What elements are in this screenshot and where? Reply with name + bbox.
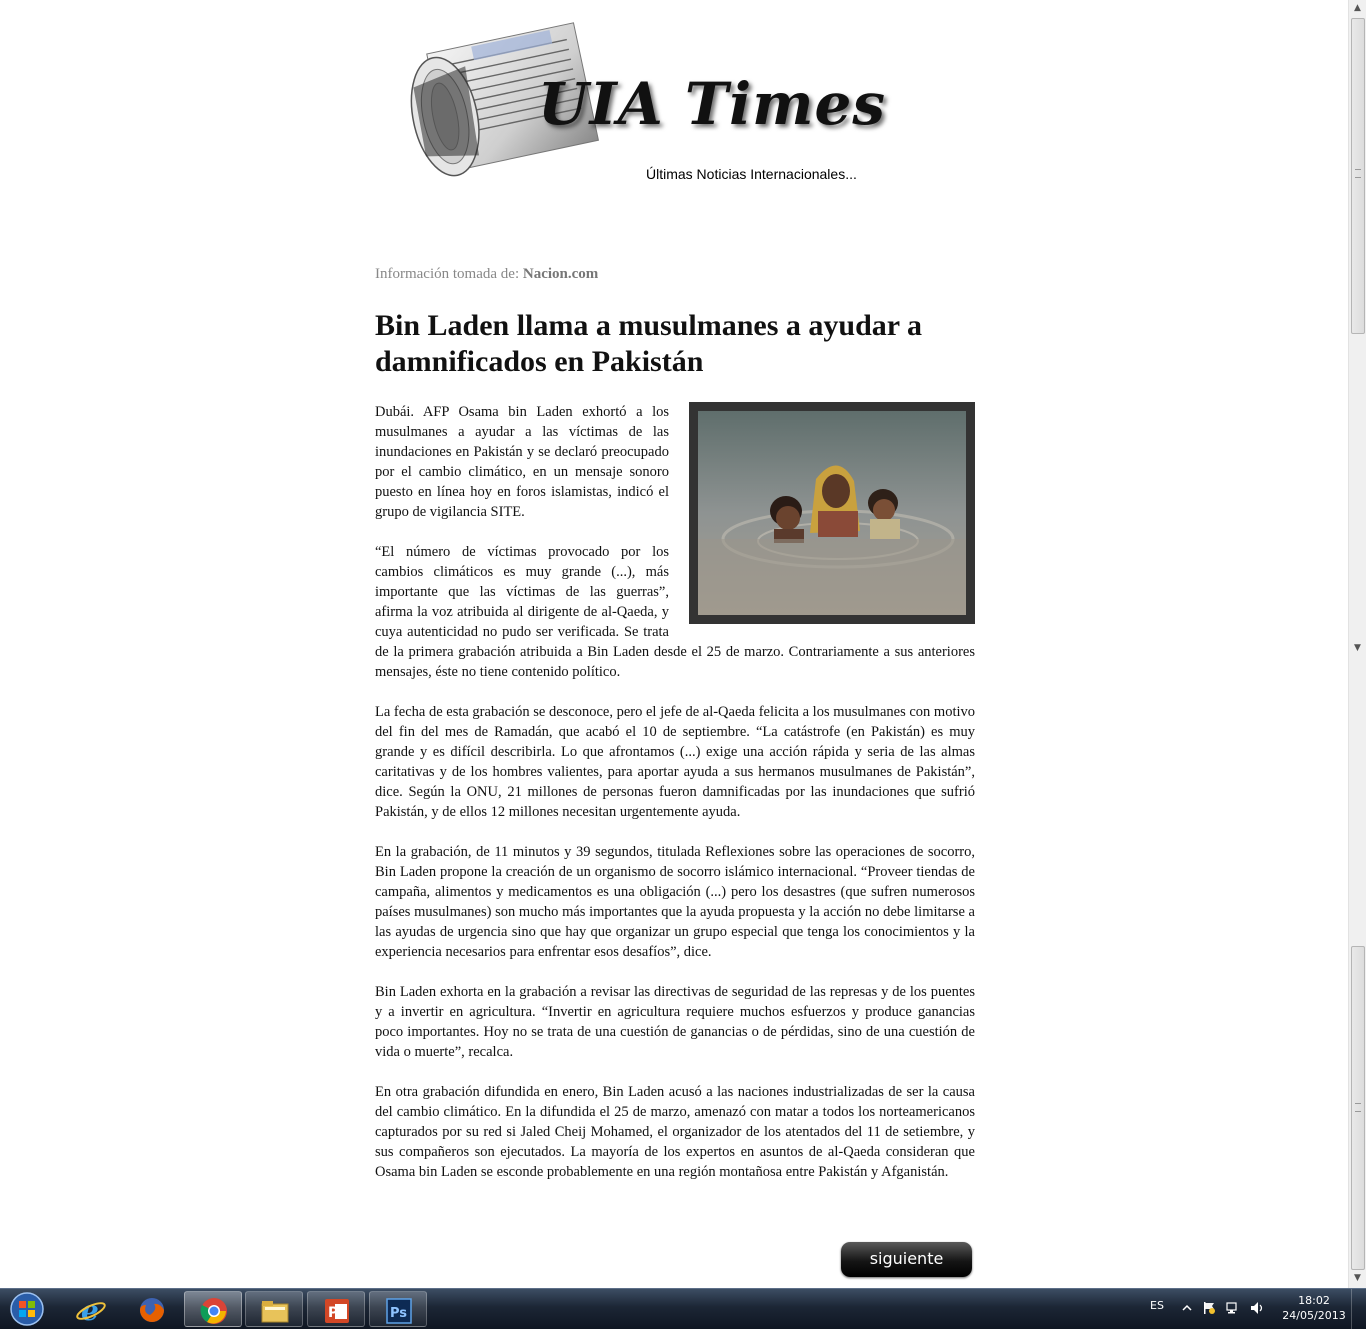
svg-text:P: P bbox=[328, 1305, 338, 1321]
source-line: Información tomada de: Nacion.com bbox=[375, 266, 975, 286]
scrollbar-thumb-upper[interactable] bbox=[1351, 18, 1365, 334]
start-orb-icon[interactable] bbox=[4, 1291, 50, 1327]
scroll-down-split-button[interactable]: ▼ bbox=[1350, 640, 1365, 656]
next-button[interactable]: siguiente bbox=[841, 1242, 972, 1277]
firefox-icon bbox=[140, 1298, 164, 1322]
taskbar-powerpoint[interactable]: P bbox=[307, 1291, 365, 1327]
masthead: UIA Times Últimas Noticias Internacional… bbox=[400, 20, 885, 220]
article-paragraph: En la grabación, de 11 minutos y 39 segu… bbox=[375, 844, 975, 960]
svg-text:Ps: Ps bbox=[390, 1306, 407, 1321]
show-hidden-icons-icon[interactable] bbox=[1180, 1301, 1194, 1315]
taskbar-firefox[interactable] bbox=[123, 1291, 181, 1327]
network-icon[interactable] bbox=[1226, 1301, 1240, 1315]
source-name: Nacion.com bbox=[522, 266, 599, 282]
windows-taskbar: e P Ps ES 18:02 24/05/2013 bbox=[0, 1288, 1366, 1329]
clock-date: 24/05/2013 bbox=[1282, 1309, 1346, 1322]
article-paragraph: En otra grabación difundida en enero, Bi… bbox=[375, 1084, 975, 1180]
article-paragraph: La fecha de esta grabación se desconoce,… bbox=[375, 704, 975, 820]
action-center-flag-icon[interactable] bbox=[1202, 1301, 1216, 1315]
photoshop-icon: Ps bbox=[386, 1298, 412, 1324]
vertical-scrollbar[interactable]: ▲ ▼ ▼ bbox=[1348, 0, 1366, 1288]
site-tagline: Últimas Noticias Internacionales... bbox=[646, 166, 857, 182]
language-indicator[interactable]: ES bbox=[1150, 1299, 1164, 1312]
article-body: Dubái. AFP Osama bin Laden exhortó a los… bbox=[375, 402, 975, 1182]
article-paragraph: Bin Laden exhorta en la grabación a revi… bbox=[375, 984, 975, 1060]
internet-explorer-icon: e bbox=[76, 1295, 106, 1325]
show-desktop-button[interactable] bbox=[1351, 1289, 1366, 1329]
article: Información tomada de: Nacion.com Bin La… bbox=[375, 260, 975, 1202]
source-label: Información tomada de: bbox=[375, 266, 520, 282]
clock-time: 18:02 bbox=[1298, 1294, 1330, 1307]
taskbar-chrome[interactable] bbox=[184, 1291, 242, 1327]
taskbar-photoshop[interactable]: Ps bbox=[369, 1291, 427, 1327]
volume-icon[interactable] bbox=[1250, 1301, 1264, 1315]
scroll-down-button[interactable]: ▼ bbox=[1350, 1270, 1365, 1286]
taskbar-file-explorer[interactable] bbox=[245, 1291, 303, 1327]
site-title: UIA Times bbox=[538, 70, 887, 138]
scrollbar-thumb-lower[interactable] bbox=[1351, 946, 1365, 1270]
scroll-up-button[interactable]: ▲ bbox=[1350, 0, 1365, 16]
powerpoint-icon: P bbox=[325, 1299, 349, 1323]
chrome-icon bbox=[200, 1298, 227, 1324]
flood-photo bbox=[689, 402, 975, 624]
folder-icon bbox=[261, 1301, 289, 1323]
article-headline: Bin Laden llama a musulmanes a ayudar a … bbox=[375, 309, 923, 378]
system-clock[interactable]: 18:02 24/05/2013 bbox=[1282, 1293, 1346, 1323]
taskbar-internet-explorer[interactable]: e bbox=[62, 1291, 120, 1327]
